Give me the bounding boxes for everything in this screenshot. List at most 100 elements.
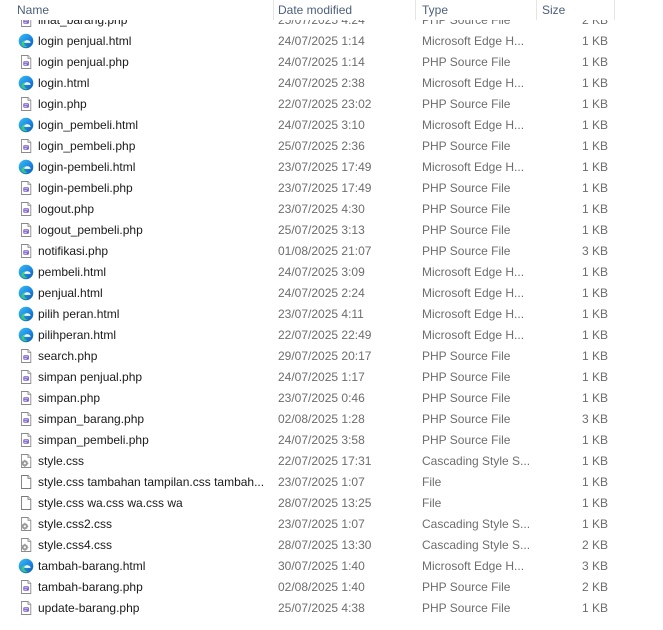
file-row[interactable]: pembeli.html 24/07/2025 3:09 Microsoft Edg… (0, 262, 663, 283)
file-size: 1 KB (581, 433, 608, 447)
file-type: Cascading Style S... (422, 517, 531, 531)
file-type: Microsoft Edge H... (422, 265, 525, 279)
file-size: 1 KB (581, 97, 608, 111)
file-type: PHP Source File (422, 391, 511, 405)
file-size: 1 KB (581, 76, 608, 90)
file-size: 1 KB (581, 307, 608, 321)
file-date-modified: 25/07/2025 3:13 (278, 223, 365, 237)
file-size: 1 KB (581, 454, 608, 468)
php-file-icon (18, 222, 34, 238)
file-date-modified: 01/08/2025 21:07 (278, 244, 372, 258)
file-row[interactable]: logout.php 23/07/2025 4:30 PHP Source File… (0, 199, 663, 220)
file-row[interactable]: simpan_pembeli.php 24/07/2025 3:58 PHP Sou… (0, 430, 663, 451)
file-row[interactable]: login penjual.php 24/07/2025 1:14 PHP Sour… (0, 52, 663, 73)
file-row[interactable]: penjual.html 24/07/2025 2:24 Microsoft Edg… (0, 283, 663, 304)
file-type: PHP Source File (422, 580, 511, 594)
file-name: login.php (38, 97, 87, 111)
php-file-icon (18, 579, 34, 595)
file-row[interactable]: login-pembeli.html 23/07/2025 17:49 Micros… (0, 157, 663, 178)
file-name: style.css (38, 454, 85, 468)
file-size: 1 KB (581, 391, 608, 405)
file-date-modified: 22/07/2025 23:02 (278, 97, 372, 111)
file-row[interactable]: tambah-barang.php 02/08/2025 1:40 PHP Sour… (0, 577, 663, 598)
file-name: login-pembeli.html (38, 160, 136, 174)
file-type: PHP Source File (422, 370, 511, 384)
file-size: 2 KB (581, 538, 608, 552)
file-row[interactable]: style.css wa.css wa.css wa 28/07/2025 13:… (0, 493, 663, 514)
php-file-icon (18, 600, 34, 616)
column-header-name[interactable]: Name (13, 0, 273, 20)
file-row[interactable]: login_pembeli.php 25/07/2025 2:36 PHP Sour… (0, 136, 663, 157)
edge-html-icon (18, 558, 34, 574)
file-name: style.css tambahan tampilan.css tambah..… (38, 475, 265, 489)
file-date-modified: 24/07/2025 1:14 (278, 34, 365, 48)
file-name: simpan_pembeli.php (38, 433, 149, 447)
file-type: Microsoft Edge H... (422, 328, 525, 342)
php-file-icon (18, 138, 34, 154)
php-file-icon (18, 180, 34, 196)
file-row[interactable]: pilih peran.html 23/07/2025 4:11 Microsoft… (0, 304, 663, 325)
file-type: Microsoft Edge H... (422, 160, 525, 174)
file-row[interactable]: style.css4.css 28/07/2025 13:30 Cascading … (0, 535, 663, 556)
file-name: pilih peran.html (38, 307, 120, 321)
file-row[interactable]: tambah-barang.html 30/07/2025 1:40 Microso… (0, 556, 663, 577)
file-date-modified: 22/07/2025 22:49 (278, 328, 372, 342)
file-row[interactable]: login.html 24/07/2025 2:38 Microsoft Edge … (0, 73, 663, 94)
file-name: tambah-barang.php (38, 580, 143, 594)
file-date-modified: 23/07/2025 1:07 (278, 517, 365, 531)
file-row[interactable]: style.css tambahan tampilan.css tambah..… (0, 472, 663, 493)
file-date-modified: 02/08/2025 1:40 (278, 580, 365, 594)
column-header-size[interactable]: Size (538, 0, 614, 20)
file-row[interactable]: style.css2.css 23/07/2025 1:07 Cascading S… (0, 514, 663, 535)
php-file-icon (18, 54, 34, 70)
file-row[interactable]: simpan_barang.php 02/08/2025 1:28 PHP Sour… (0, 409, 663, 430)
file-date-modified: 24/07/2025 1:14 (278, 55, 365, 69)
php-file-icon (18, 369, 34, 385)
file-date-modified: 24/07/2025 3:09 (278, 265, 365, 279)
file-name: penjual.html (38, 286, 103, 300)
file-row[interactable]: style.css 22/07/2025 17:31 Cascading Style… (0, 451, 663, 472)
column-divider[interactable] (614, 0, 615, 20)
file-name: login-pembeli.php (38, 181, 133, 195)
column-header-type[interactable]: Type (418, 0, 536, 20)
file-name: login_pembeli.php (38, 139, 136, 153)
file-row[interactable]: login_pembeli.html 24/07/2025 3:10 Microso… (0, 115, 663, 136)
file-name: update-barang.php (38, 601, 140, 615)
file-type: Microsoft Edge H... (422, 307, 525, 321)
file-name: logout.php (38, 202, 95, 216)
file-row[interactable]: search.php 29/07/2025 20:17 PHP Source Fil… (0, 346, 663, 367)
file-type: Cascading Style S... (422, 454, 531, 468)
file-size: 1 KB (581, 328, 608, 342)
column-divider[interactable] (415, 0, 416, 20)
file-type: Microsoft Edge H... (422, 118, 525, 132)
file-row[interactable]: notifikasi.php 01/08/2025 21:07 PHP Source… (0, 241, 663, 262)
file-row[interactable]: update-barang.php 25/07/2025 4:38 PHP Sour… (0, 598, 663, 619)
edge-html-icon (18, 264, 34, 280)
file-date-modified: 28/07/2025 13:30 (278, 538, 372, 552)
file-name: notifikasi.php (38, 244, 109, 258)
file-type: PHP Source File (422, 244, 511, 258)
column-header-date-modified[interactable]: Date modified (274, 0, 414, 20)
file-row[interactable]: logout_pembeli.php 25/07/2025 3:13 PHP Sou… (0, 220, 663, 241)
file-size: 1 KB (581, 181, 608, 195)
file-type: Microsoft Edge H... (422, 559, 525, 573)
file-row[interactable]: login-pembeli.php 23/07/2025 17:49 PHP Sou… (0, 178, 663, 199)
file-type: Microsoft Edge H... (422, 76, 525, 90)
file-date-modified: 29/07/2025 20:17 (278, 349, 372, 363)
file-type: PHP Source File (422, 139, 511, 153)
file-row[interactable]: pilihperan.html 22/07/2025 22:49 Microsoft… (0, 325, 663, 346)
file-name: search.php (38, 349, 98, 363)
file-row[interactable]: login.php 22/07/2025 23:02 PHP Source File… (0, 94, 663, 115)
edge-html-icon (18, 159, 34, 175)
file-name: login.html (38, 76, 90, 90)
file-type: PHP Source File (422, 601, 511, 615)
php-file-icon (18, 432, 34, 448)
file-name: logout_pembeli.php (38, 223, 143, 237)
file-date-modified: 24/07/2025 3:58 (278, 433, 365, 447)
css-file-icon (18, 453, 34, 469)
column-divider[interactable] (536, 0, 537, 20)
file-row[interactable]: login penjual.html 24/07/2025 1:14 Microso… (0, 31, 663, 52)
file-name: pilihperan.html (38, 328, 117, 342)
file-row[interactable]: simpan penjual.php 24/07/2025 1:17 PHP Sou… (0, 367, 663, 388)
file-row[interactable]: simpan.php 23/07/2025 0:46 PHP Source File… (0, 388, 663, 409)
